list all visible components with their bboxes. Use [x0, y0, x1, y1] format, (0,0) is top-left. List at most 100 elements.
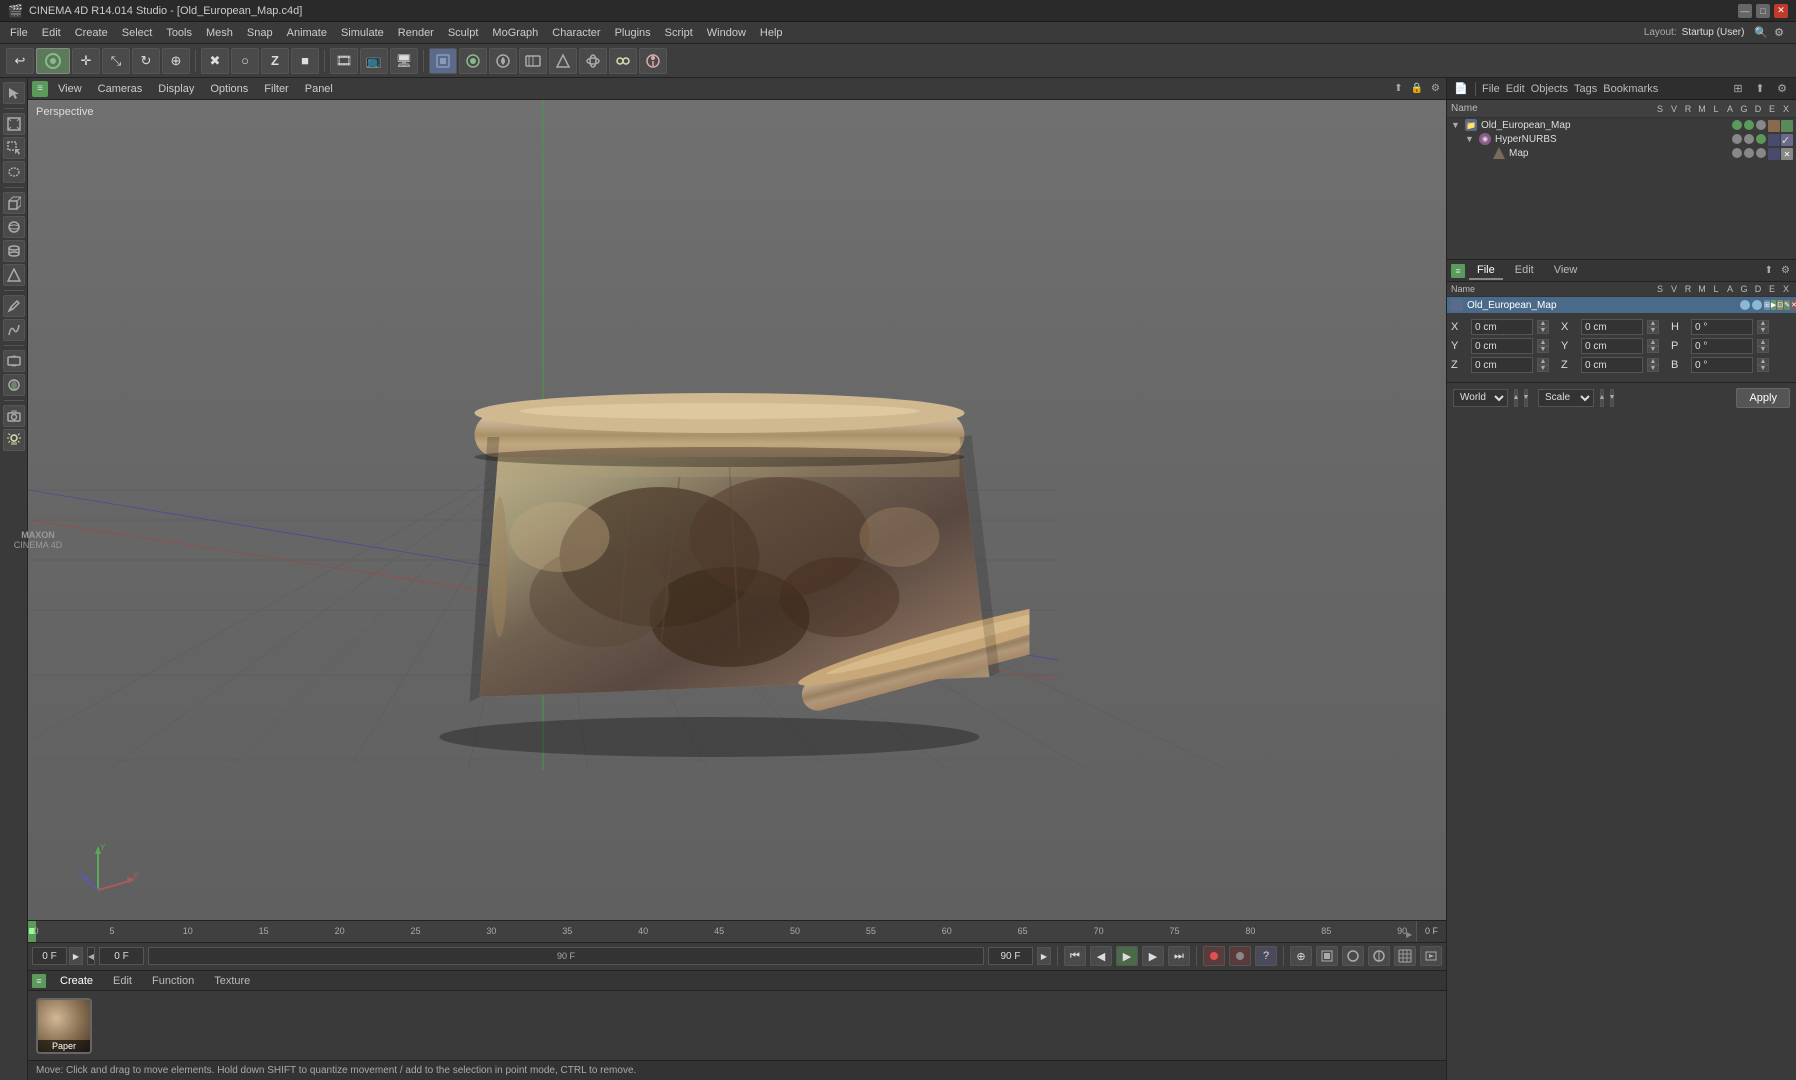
current-frame-input[interactable] [32, 947, 67, 965]
tool-btn-g[interactable] [609, 48, 637, 74]
tool-pen[interactable] [3, 295, 25, 317]
menu-simulate[interactable]: Simulate [335, 25, 390, 41]
coord-h-down[interactable]: ▼ [1757, 327, 1769, 334]
render-view-button[interactable]: 📺 [360, 48, 388, 74]
attr-tag-2[interactable]: ▶ [1771, 300, 1776, 310]
obj-dot-s-map-child[interactable] [1732, 148, 1742, 158]
z-tool-button[interactable]: Z [261, 48, 289, 74]
tag-map-child-1[interactable] [1768, 148, 1780, 160]
attr-tag-3[interactable]: ⊡ [1777, 300, 1783, 310]
obj-dot-v-nurbs[interactable] [1744, 134, 1754, 144]
rp-tab-file[interactable]: File [1482, 83, 1500, 95]
obj-row-hypernurbs[interactable]: ▼ ◉ HyperNURBS ✓ [1447, 132, 1796, 146]
rp-tab-tags[interactable]: Tags [1574, 83, 1597, 95]
minimize-button[interactable]: — [1738, 4, 1752, 18]
mat-tab-create[interactable]: Create [54, 973, 99, 989]
menu-tools[interactable]: Tools [160, 25, 198, 41]
transform-tool-button[interactable]: ⊕ [162, 48, 190, 74]
attr-tab-file[interactable]: File [1469, 262, 1503, 280]
close-button[interactable]: ✕ [1774, 4, 1788, 18]
end-frame-stepper[interactable]: ▶ [1037, 947, 1051, 965]
transform-mode-up[interactable]: ▲ [1600, 389, 1604, 407]
coord-z-rot-up[interactable]: ▲ [1647, 358, 1659, 365]
obj-dot-s-nurbs[interactable] [1732, 134, 1742, 144]
attr-tab-edit[interactable]: Edit [1507, 262, 1542, 280]
menu-create[interactable]: Create [69, 25, 114, 41]
tool-cone[interactable] [3, 264, 25, 286]
coord-x-rot-input[interactable] [1581, 319, 1643, 335]
motion-path-button[interactable] [1342, 946, 1364, 966]
attr-dot-s[interactable] [1740, 300, 1750, 310]
tool-btn-c[interactable] [489, 48, 517, 74]
attr-dot-v[interactable] [1752, 300, 1762, 310]
coord-h-up[interactable]: ▲ [1757, 320, 1769, 327]
render-film-button[interactable]: 🎞 [330, 48, 358, 74]
coord-z-pos-up[interactable]: ▲ [1537, 358, 1549, 365]
timeline-ruler[interactable]: 0 5 10 15 20 25 30 35 40 45 50 55 60 65 [28, 921, 1446, 943]
next-frame-button[interactable]: ▶ [1142, 946, 1164, 966]
menu-snap[interactable]: Snap [241, 25, 279, 41]
mat-tab-edit[interactable]: Edit [107, 973, 138, 989]
transform-mode-select[interactable]: Scale Move Rotate [1538, 389, 1594, 407]
rp-search-icon[interactable]: 🔍 [1754, 26, 1768, 39]
go-to-end-button[interactable]: ⏭ [1168, 946, 1190, 966]
start-frame-input[interactable] [99, 947, 144, 965]
tool-selection[interactable] [3, 137, 25, 159]
menu-window[interactable]: Window [701, 25, 752, 41]
vp-menu-view[interactable]: View [52, 81, 88, 97]
obj-dot-v-map[interactable] [1744, 120, 1754, 130]
menu-character[interactable]: Character [546, 25, 606, 41]
coord-b-down[interactable]: ▼ [1757, 365, 1769, 372]
keyframe-add-button[interactable]: ⊕ [1290, 946, 1312, 966]
tool-cube[interactable] [3, 192, 25, 214]
attr-tag-4[interactable]: ✎ [1784, 300, 1790, 310]
rotate-tool-button[interactable]: ↻ [132, 48, 160, 74]
coord-x-rot-down[interactable]: ▼ [1647, 327, 1659, 334]
coord-p-down[interactable]: ▼ [1757, 346, 1769, 353]
prev-frame-button[interactable]: ◀ [1090, 946, 1112, 966]
vp-menu-panel[interactable]: Panel [299, 81, 339, 97]
obj-dot-v-map-child[interactable] [1744, 148, 1754, 158]
coord-y-rot-up[interactable]: ▲ [1647, 339, 1659, 346]
menu-plugins[interactable]: Plugins [609, 25, 657, 41]
transform-mode-down[interactable]: ▼ [1610, 389, 1614, 407]
tool-btn-e[interactable] [549, 48, 577, 74]
frame-arrow[interactable]: ◀ [87, 947, 95, 965]
menu-edit[interactable]: Edit [36, 25, 67, 41]
vp-menu-display[interactable]: Display [152, 81, 200, 97]
viewport-3d[interactable]: Perspective Y X Z [28, 100, 1446, 920]
attr-tag-x[interactable]: ✕ [1791, 300, 1796, 310]
help-button[interactable]: ? [1255, 946, 1277, 966]
square-tool-button[interactable]: ■ [291, 48, 319, 74]
coord-y-pos-down[interactable]: ▼ [1537, 346, 1549, 353]
tool-btn-f[interactable] [579, 48, 607, 74]
coord-p-input[interactable] [1691, 338, 1753, 354]
tag-icon-2[interactable] [1781, 120, 1793, 132]
motion-clip-button[interactable] [1420, 946, 1442, 966]
tool-material[interactable] [3, 374, 25, 396]
timeline-curve-button[interactable] [1368, 946, 1390, 966]
coord-x-pos-up[interactable]: ▲ [1537, 320, 1549, 327]
menu-script[interactable]: Script [659, 25, 699, 41]
tool-spline[interactable] [3, 319, 25, 341]
end-frame-input[interactable] [988, 947, 1033, 965]
coord-x-pos-input[interactable] [1471, 319, 1533, 335]
rp-tab-objects[interactable]: Objects [1531, 83, 1568, 95]
material-panel-icon[interactable]: ≡ [32, 974, 46, 988]
rp-gear-btn[interactable]: ⚙ [1774, 81, 1790, 97]
coord-system-select[interactable]: World Local Object [1453, 389, 1508, 407]
vp-settings-icon[interactable]: ⚙ [1431, 83, 1440, 94]
attr-selected-item[interactable]: Old_European_Map ⊞ ▶ ⊡ ✎ ✕ [1447, 297, 1796, 313]
coord-y-pos-up[interactable]: ▲ [1537, 339, 1549, 346]
go-to-start-button[interactable]: ⏮ [1064, 946, 1086, 966]
timeline-scrubber[interactable]: 90 F [148, 947, 984, 965]
vp-menu-options[interactable]: Options [204, 81, 254, 97]
mat-tab-function[interactable]: Function [146, 973, 200, 989]
attr-tab-view[interactable]: View [1546, 262, 1586, 280]
coord-b-input[interactable] [1691, 357, 1753, 373]
vp-expand-icon[interactable]: ⬆ [1394, 83, 1402, 94]
keyframe-button[interactable] [1316, 946, 1338, 966]
menu-select[interactable]: Select [116, 25, 159, 41]
rp-gear-icon[interactable]: ⚙ [1774, 26, 1784, 39]
dope-sheet-button[interactable] [1394, 946, 1416, 966]
